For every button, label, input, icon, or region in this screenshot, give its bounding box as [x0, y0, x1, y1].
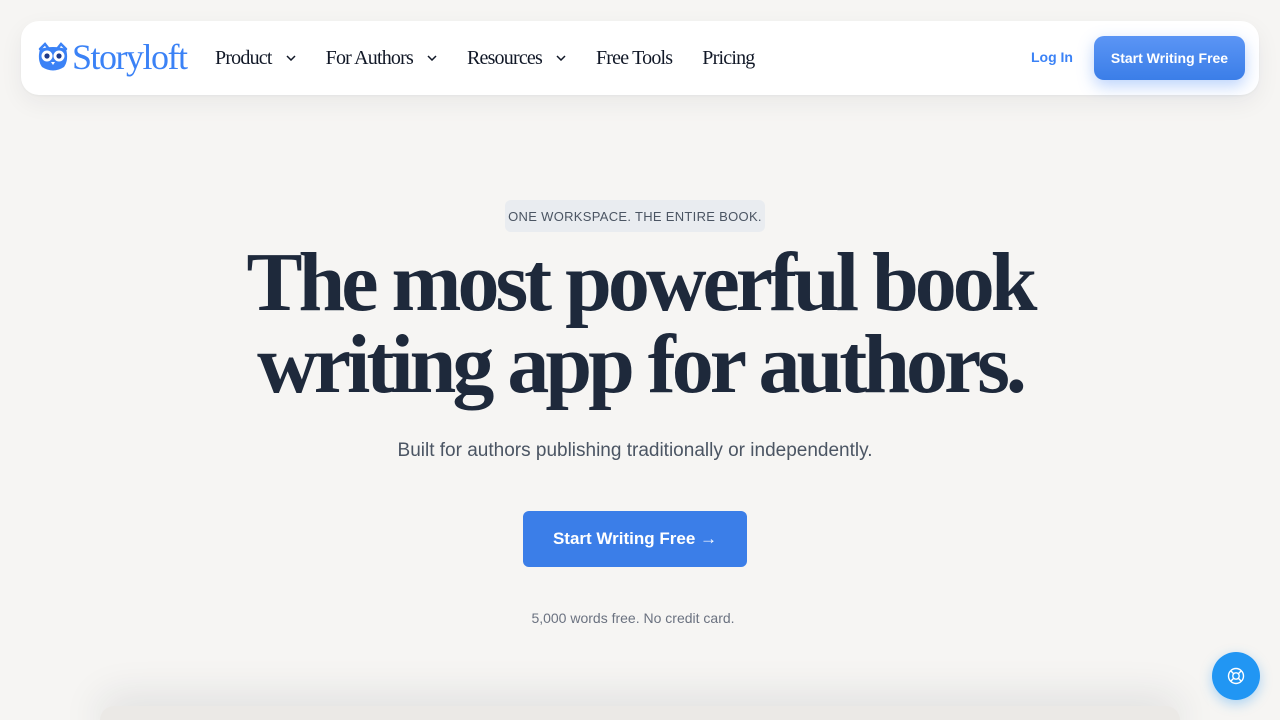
- hero-headline-line-1: The most powerful book: [246, 236, 1037, 329]
- owl-icon: [38, 42, 68, 71]
- nav-item-free-tools[interactable]: Free Tools: [595, 46, 673, 70]
- hero-subhead: Built for authors publishing traditional…: [397, 440, 873, 461]
- hero-headline: The most powerful book writing app for a…: [0, 241, 1280, 407]
- nav-item-product[interactable]: Product: [215, 47, 296, 70]
- chevron-down-icon: [556, 55, 566, 61]
- nav-links: Product For Authors Resources Free Tools…: [215, 21, 784, 95]
- lifebuoy-icon: [1227, 667, 1245, 685]
- help-chat-button[interactable]: [1212, 652, 1260, 700]
- nav-item-label: Product: [215, 46, 272, 69]
- nav-item-pricing[interactable]: Pricing: [702, 46, 755, 70]
- app-preview-edge: [100, 706, 1180, 720]
- chevron-down-icon: [286, 55, 296, 61]
- nav-item-resources[interactable]: Resources: [467, 47, 566, 70]
- logo-wordmark: Storyloft: [72, 37, 188, 77]
- hero-eyebrow-badge: ONE WORKSPACE. THE ENTIRE BOOK.: [505, 200, 765, 232]
- top-navbar: Storyloft Product For Authors Resources …: [21, 21, 1259, 95]
- hero-fine-print: 5,000 words free. No credit card.: [531, 610, 735, 626]
- start-writing-free-button[interactable]: Start Writing Free: [1094, 36, 1245, 80]
- hero-headline-line-2: writing app for authors.: [257, 318, 1027, 411]
- nav-item-label: Pricing: [702, 46, 755, 69]
- nav-item-label: Free Tools: [595, 46, 673, 69]
- nav-item-label: Resources: [466, 46, 543, 69]
- chevron-down-icon: [427, 55, 437, 61]
- nav-item-for-authors[interactable]: For Authors: [326, 47, 437, 70]
- login-link[interactable]: Log In: [1031, 49, 1073, 65]
- logo[interactable]: Storyloft: [36, 37, 188, 77]
- nav-item-label: For Authors: [325, 46, 414, 69]
- hero-start-writing-button[interactable]: Start Writing Free →: [523, 511, 747, 567]
